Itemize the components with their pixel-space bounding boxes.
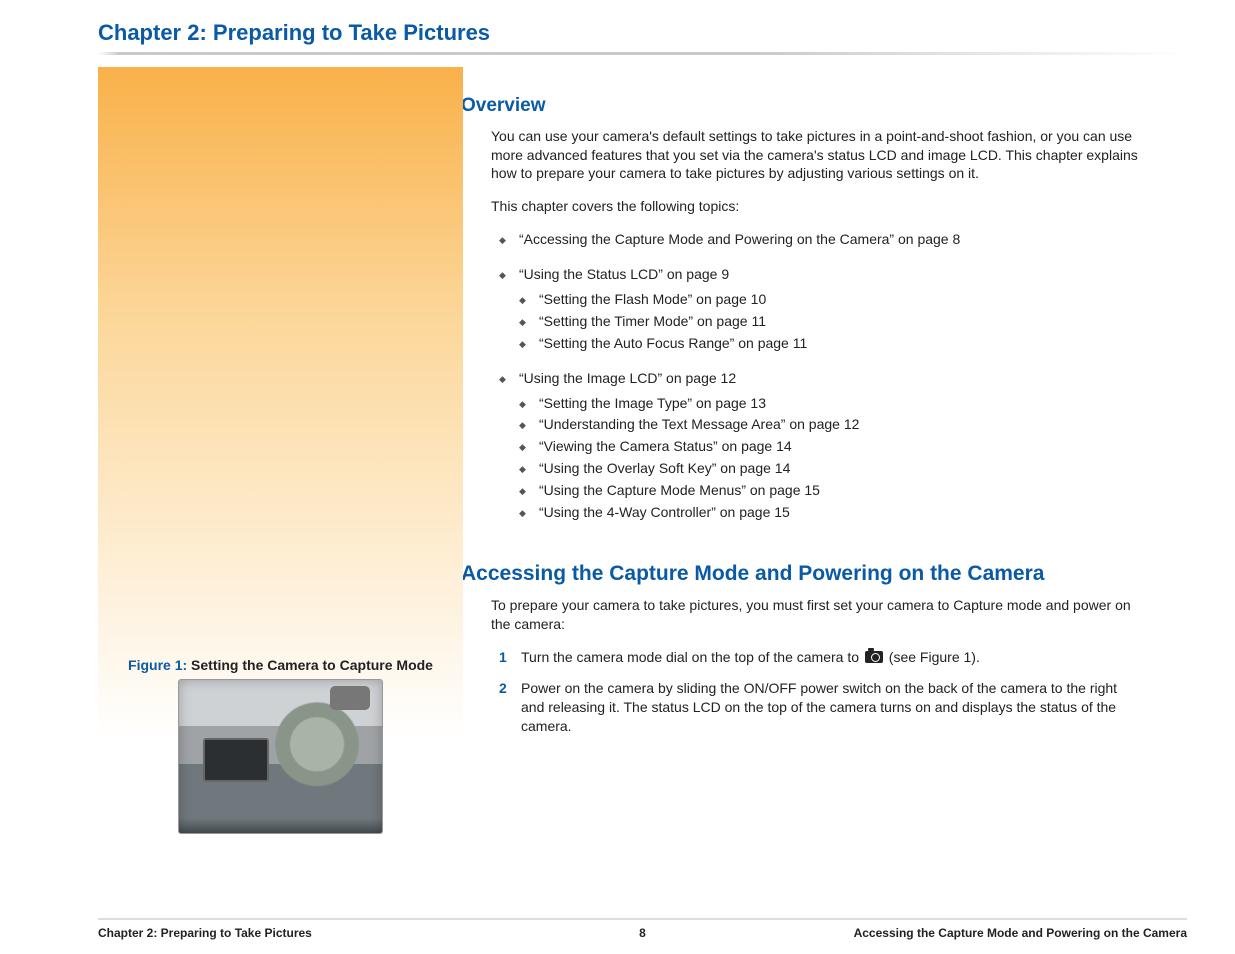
- overview-intro: You can use your camera's default settin…: [491, 127, 1141, 184]
- page-footer: Chapter 2: Preparing to Take Pictures 8 …: [98, 918, 1187, 940]
- topic-subitem: “Viewing the Camera Status” on page 14: [519, 437, 1187, 456]
- steps-list: 1 Turn the camera mode dial on the top o…: [491, 648, 1187, 736]
- overview-heading: Overview: [461, 93, 1187, 119]
- topic-subitem: “Setting the Auto Focus Range” on page 1…: [519, 334, 1187, 353]
- camera-icon: [865, 651, 883, 663]
- figure-caption-text: Setting the Camera to Capture Mode: [187, 657, 433, 673]
- topic-item: “Accessing the Capture Mode and Powering…: [499, 230, 1187, 249]
- topic-item: “Using the Status LCD” on page 9: [499, 265, 1187, 284]
- step-text: Power on the camera by sliding the ON/OF…: [521, 680, 1117, 734]
- topic-subitem: “Using the Overlay Soft Key” on page 14: [519, 459, 1187, 478]
- section-capture-heading: Accessing the Capture Mode and Powering …: [461, 560, 1187, 588]
- footer-page-number: 8: [639, 926, 646, 940]
- topic-item: “Using the Image LCD” on page 12: [499, 369, 1187, 388]
- step-number: 2: [499, 679, 507, 698]
- topic-subitem: “Using the 4-Way Controller” on page 15: [519, 503, 1187, 522]
- step-item: 1 Turn the camera mode dial on the top o…: [499, 648, 1119, 667]
- topic-list: “Using the Image LCD” on page 12: [491, 369, 1187, 388]
- section-capture-intro: To prepare your camera to take pictures,…: [491, 596, 1141, 634]
- title-divider: [98, 52, 1187, 55]
- figure-1: Figure 1: Setting the Camera to Capture …: [98, 657, 463, 834]
- topic-subitem: “Setting the Timer Mode” on page 11: [519, 312, 1187, 331]
- step-text: (see Figure 1).: [885, 649, 980, 665]
- topic-list: “Using the Status LCD” on page 9: [491, 265, 1187, 284]
- topic-subitem: “Setting the Image Type” on page 13: [519, 394, 1187, 413]
- camera-illustration: [178, 679, 383, 834]
- footer-right: Accessing the Capture Mode and Powering …: [854, 926, 1187, 940]
- topic-list: “Accessing the Capture Mode and Powering…: [491, 230, 1187, 249]
- topics-lead: This chapter covers the following topics…: [491, 197, 1141, 216]
- topic-subitem: “Using the Capture Mode Menus” on page 1…: [519, 481, 1187, 500]
- step-text: Turn the camera mode dial on the top of …: [521, 649, 863, 665]
- step-number: 1: [499, 648, 507, 667]
- sidebar: Figure 1: Setting the Camera to Capture …: [98, 67, 463, 907]
- step-item: 2 Power on the camera by sliding the ON/…: [499, 679, 1119, 736]
- figure-caption: Figure 1: Setting the Camera to Capture …: [110, 657, 451, 673]
- topic-sublist: “Setting the Image Type” on page 13 “Und…: [491, 394, 1187, 522]
- chapter-title: Chapter 2: Preparing to Take Pictures: [98, 20, 1187, 46]
- topic-subitem: “Setting the Flash Mode” on page 10: [519, 290, 1187, 309]
- main-content: Overview You can use your camera's defau…: [491, 67, 1187, 907]
- page-columns: Figure 1: Setting the Camera to Capture …: [98, 67, 1187, 907]
- topic-sublist: “Setting the Flash Mode” on page 10 “Set…: [491, 290, 1187, 353]
- topic-subitem: “Understanding the Text Message Area” on…: [519, 415, 1187, 434]
- footer-left: Chapter 2: Preparing to Take Pictures: [98, 926, 312, 940]
- figure-label: Figure 1:: [128, 657, 187, 673]
